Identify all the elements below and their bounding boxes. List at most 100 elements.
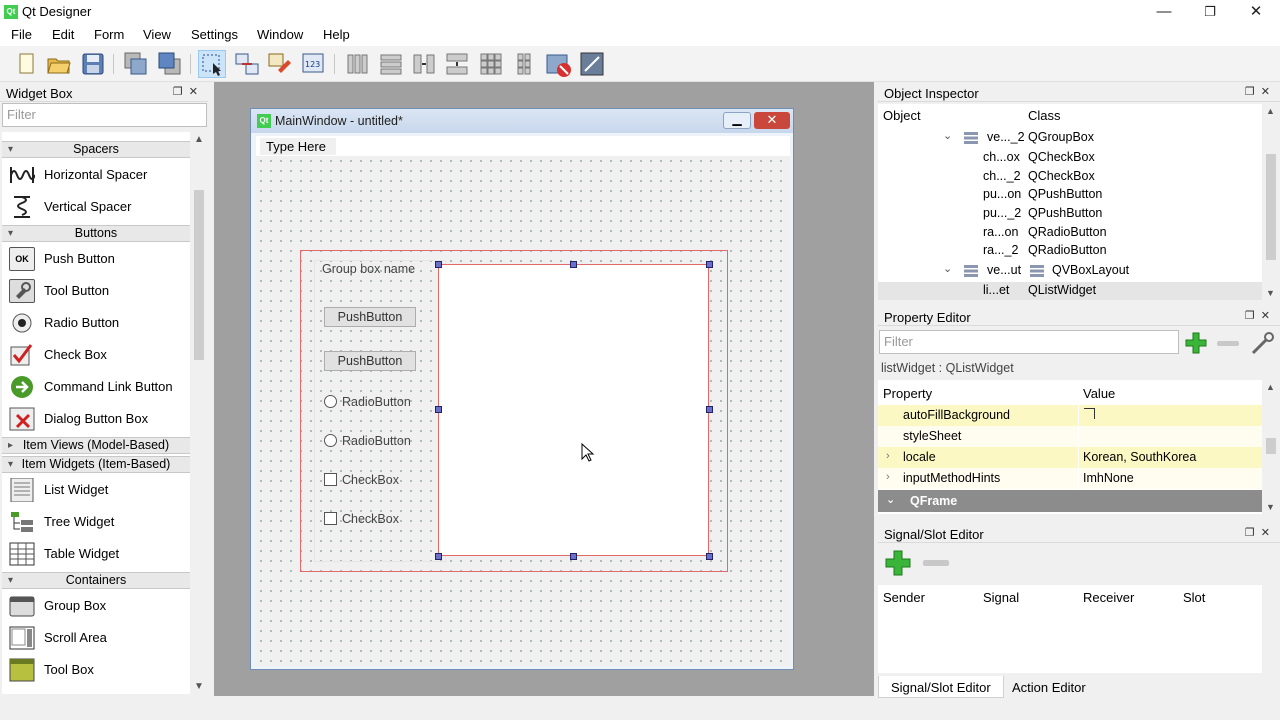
edit-buddies-icon[interactable] [266, 50, 294, 78]
add-dynamic-property-icon[interactable] [1184, 331, 1208, 355]
chevron-right-icon[interactable]: › [886, 450, 890, 462]
property-filter-input[interactable]: Filter [879, 330, 1179, 354]
tree-row[interactable]: ch..._2 QCheckBox [878, 168, 1262, 186]
scroll-down-arrow-icon[interactable]: ▼ [194, 681, 204, 692]
send-to-back-icon[interactable] [122, 50, 150, 78]
remove-property-icon[interactable] [1217, 341, 1239, 346]
selection-handle[interactable] [435, 553, 442, 560]
widget-command-link-button[interactable]: Command Link Button [2, 371, 190, 403]
widget-radio-button[interactable]: Radio Button [2, 307, 190, 339]
menu-file[interactable]: File [11, 27, 32, 42]
menu-form[interactable]: Form [94, 27, 124, 42]
checkbox-indicator-icon[interactable] [1084, 408, 1095, 419]
selection-handle[interactable] [435, 406, 442, 413]
scroll-up-arrow-icon[interactable]: ▲ [1266, 382, 1275, 392]
tree-row[interactable]: ra...on QRadioButton [878, 224, 1262, 242]
tab-action-editor[interactable]: Action Editor [1000, 676, 1098, 698]
menu-edit[interactable]: Edit [52, 27, 74, 42]
property-editor-scrollbar[interactable]: ▲ ▼ [1263, 380, 1279, 514]
category-item-widgets[interactable]: ▾ Item Widgets (Item-Based) [2, 456, 190, 473]
menu-view[interactable]: View [143, 27, 171, 42]
adjust-size-icon[interactable] [578, 50, 606, 78]
configure-wrench-icon[interactable] [1250, 331, 1276, 357]
property-group-header[interactable]: ⌄ QFrame [878, 490, 1262, 512]
widget-table-widget[interactable]: Table Widget [2, 538, 190, 570]
restore-button[interactable]: ❐ [1190, 2, 1230, 22]
remove-connection-icon[interactable] [923, 560, 949, 566]
tree-row[interactable]: ch...ox QCheckBox [878, 149, 1262, 167]
form-layout-icon[interactable] [510, 50, 538, 78]
selection-handle[interactable] [706, 261, 713, 268]
widget-box-scrollbar[interactable]: ▲ ▼ [191, 132, 207, 694]
scroll-down-arrow-icon[interactable]: ▼ [1266, 288, 1275, 298]
type-here-menu[interactable]: Type Here [260, 138, 336, 155]
menu-window[interactable]: Window [257, 27, 303, 42]
chevron-right-icon[interactable]: › [886, 471, 890, 483]
tab-signal-slot-editor[interactable]: Signal/Slot Editor [878, 676, 1004, 698]
widget-push-button[interactable]: OK Push Button [2, 243, 190, 275]
object-inspector-tree[interactable]: Object Class ⌄ ve..._2 QGroupBox ch...ox… [878, 104, 1262, 300]
push-button-1[interactable]: PushButton [324, 307, 416, 327]
edit-signals-slots-icon[interactable] [233, 50, 261, 78]
dock-float-close-icons[interactable]: ❐✕ [1245, 526, 1276, 539]
edit-tab-order-icon[interactable]: 123 [300, 50, 328, 78]
connections-table[interactable]: Sender Signal Receiver Slot [878, 585, 1262, 673]
lay-out-vertically-icon[interactable] [377, 50, 405, 78]
edit-widgets-icon[interactable] [198, 50, 226, 78]
selection-handle[interactable] [570, 553, 577, 560]
list-widget[interactable] [438, 264, 709, 556]
tree-row-selected[interactable]: li...et QListWidget [878, 282, 1262, 300]
property-row[interactable]: autoFillBackground [878, 405, 1262, 426]
menu-settings[interactable]: Settings [191, 27, 238, 42]
check-box-1[interactable]: CheckBox [324, 473, 399, 487]
form-close-button[interactable]: ✕ [754, 112, 790, 129]
column-header-class[interactable]: Class [1028, 108, 1061, 123]
menu-help[interactable]: Help [323, 27, 350, 42]
widget-vertical-spacer[interactable]: Vertical Spacer [2, 191, 190, 223]
chevron-down-icon[interactable]: ⌄ [943, 129, 952, 142]
widget-list-widget[interactable]: List Widget [2, 474, 190, 506]
property-table[interactable]: Property Value autoFillBackground styleS… [878, 380, 1262, 514]
scroll-up-arrow-icon[interactable]: ▲ [194, 134, 204, 145]
widget-dialog-button-box[interactable]: Dialog Button Box [2, 403, 190, 435]
radio-button-2[interactable]: RadioButton [324, 434, 411, 448]
category-item-views[interactable]: ▸ Item Views (Model-Based) [2, 437, 190, 454]
main-window-form[interactable]: Qt MainWindow - untitled* ▁ ✕ Type Here … [250, 108, 794, 670]
save-form-icon[interactable] [79, 50, 107, 78]
minimize-button[interactable]: — [1144, 2, 1184, 22]
scrollbar-thumb[interactable] [1266, 154, 1276, 260]
form-minimize-button[interactable]: ▁ [723, 112, 751, 129]
widget-horizontal-spacer[interactable]: Horizontal Spacer [2, 159, 190, 191]
column-header-property[interactable]: Property [883, 386, 932, 401]
horizontal-splitter-icon[interactable] [410, 50, 438, 78]
selection-handle[interactable] [706, 553, 713, 560]
tree-row[interactable]: pu..._2 QPushButton [878, 205, 1262, 223]
widget-tree-widget[interactable]: Tree Widget [2, 506, 190, 538]
column-header-slot[interactable]: Slot [1183, 590, 1205, 605]
category-containers[interactable]: ▾ Containers [2, 572, 190, 589]
widget-scroll-area[interactable]: Scroll Area [2, 622, 190, 654]
selection-handle[interactable] [435, 261, 442, 268]
open-form-icon[interactable] [45, 50, 73, 78]
form-client-area[interactable]: Type Here Group box name PushButton Push… [256, 136, 790, 666]
add-connection-icon[interactable] [884, 549, 912, 577]
new-form-icon[interactable] [12, 50, 40, 78]
dock-float-close-icons[interactable]: ❐✕ [173, 85, 204, 98]
break-layout-icon[interactable] [544, 50, 572, 78]
widget-check-box[interactable]: Check Box [2, 339, 190, 371]
tree-row[interactable]: ⌄ ve..._2 QGroupBox [878, 129, 1262, 147]
check-box-2[interactable]: CheckBox [324, 512, 399, 526]
lay-out-horizontally-icon[interactable] [343, 50, 371, 78]
chevron-down-icon[interactable]: ⌄ [943, 262, 952, 275]
property-row[interactable]: inputMethodHints › ImhNone [878, 468, 1262, 489]
scrollbar-thumb[interactable] [194, 190, 204, 360]
tree-row[interactable]: pu...on QPushButton [878, 186, 1262, 204]
column-header-sender[interactable]: Sender [883, 590, 925, 605]
property-row[interactable]: styleSheet [878, 426, 1262, 447]
selection-handle[interactable] [706, 406, 713, 413]
scrollbar-thumb[interactable] [1266, 438, 1276, 454]
selection-handle[interactable] [570, 261, 577, 268]
category-spacers[interactable]: ▾ Spacers [2, 141, 190, 158]
tree-row[interactable]: ⌄ ve...ut QVBoxLayout [878, 262, 1262, 280]
grid-layout-icon[interactable] [477, 50, 505, 78]
